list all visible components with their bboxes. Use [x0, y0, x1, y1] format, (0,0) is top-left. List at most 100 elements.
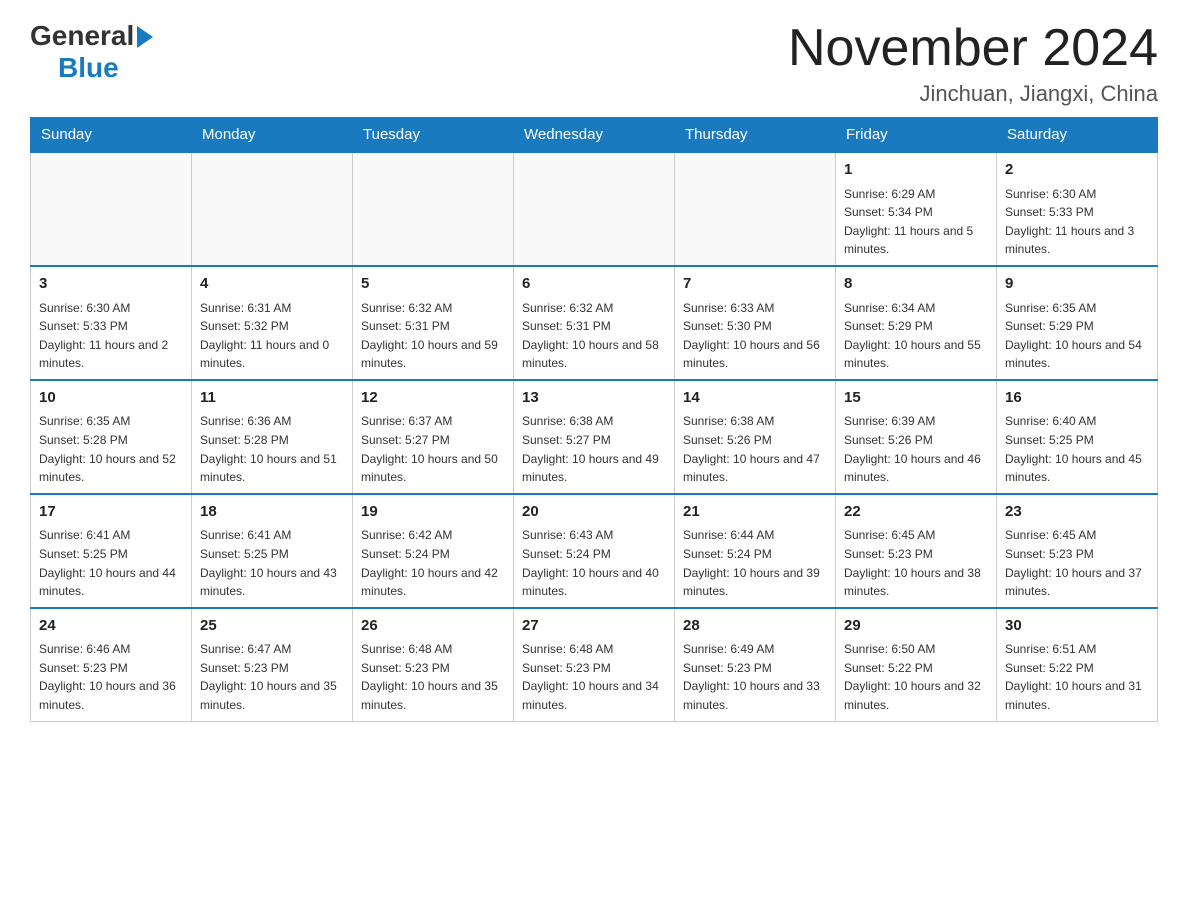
day-number: 15: [844, 387, 988, 410]
day-number: 29: [844, 615, 988, 638]
calendar-cell: 11Sunrise: 6:36 AMSunset: 5:28 PMDayligh…: [192, 380, 353, 494]
calendar-cell: 21Sunrise: 6:44 AMSunset: 5:24 PMDayligh…: [675, 494, 836, 608]
day-info: Sunrise: 6:40 AMSunset: 5:25 PMDaylight:…: [1005, 412, 1149, 486]
day-info: Sunrise: 6:33 AMSunset: 5:30 PMDaylight:…: [683, 299, 827, 373]
day-number: 2: [1005, 159, 1149, 182]
calendar-cell: 28Sunrise: 6:49 AMSunset: 5:23 PMDayligh…: [675, 608, 836, 721]
day-number: 18: [200, 501, 344, 524]
day-info: Sunrise: 6:35 AMSunset: 5:29 PMDaylight:…: [1005, 299, 1149, 373]
day-info: Sunrise: 6:46 AMSunset: 5:23 PMDaylight:…: [39, 640, 183, 714]
day-number: 1: [844, 159, 988, 182]
weekday-header-sunday: Sunday: [31, 118, 192, 153]
calendar-cell: 1 Sunrise: 6:29 AMSunset: 5:34 PMDaylight…: [836, 152, 997, 266]
calendar-cell: [514, 152, 675, 266]
calendar-cell: [31, 152, 192, 266]
day-info: Sunrise: 6:32 AMSunset: 5:31 PMDaylight:…: [522, 299, 666, 373]
day-number: 26: [361, 615, 505, 638]
title-section: November 2024 Jinchuan, Jiangxi, China: [788, 20, 1158, 107]
calendar-cell: 26Sunrise: 6:48 AMSunset: 5:23 PMDayligh…: [353, 608, 514, 721]
day-number: 12: [361, 387, 505, 410]
calendar-cell: 2 Sunrise: 6:30 AMSunset: 5:33 PMDaylight…: [997, 152, 1158, 266]
day-info: Sunrise: 6:42 AMSunset: 5:24 PMDaylight:…: [361, 526, 505, 600]
day-number: 30: [1005, 615, 1149, 638]
weekday-header-wednesday: Wednesday: [514, 118, 675, 153]
day-number: 5: [361, 273, 505, 296]
weekday-header-row: SundayMondayTuesdayWednesdayThursdayFrid…: [31, 118, 1158, 153]
day-number: 21: [683, 501, 827, 524]
weekday-header-monday: Monday: [192, 118, 353, 153]
day-number: 28: [683, 615, 827, 638]
calendar-cell: 27Sunrise: 6:48 AMSunset: 5:23 PMDayligh…: [514, 608, 675, 721]
day-info: Sunrise: 6:47 AMSunset: 5:23 PMDaylight:…: [200, 640, 344, 714]
calendar-cell: 20Sunrise: 6:43 AMSunset: 5:24 PMDayligh…: [514, 494, 675, 608]
day-info: Sunrise: 6:39 AMSunset: 5:26 PMDaylight:…: [844, 412, 988, 486]
day-info: Sunrise: 6:50 AMSunset: 5:22 PMDaylight:…: [844, 640, 988, 714]
calendar-cell: 23Sunrise: 6:45 AMSunset: 5:23 PMDayligh…: [997, 494, 1158, 608]
week-row-1: 3Sunrise: 6:30 AMSunset: 5:33 PMDaylight…: [31, 266, 1158, 380]
day-number: 14: [683, 387, 827, 410]
logo-chevron-icon: [137, 26, 153, 48]
calendar-cell: [675, 152, 836, 266]
day-info: Sunrise: 6:41 AMSunset: 5:25 PMDaylight:…: [200, 526, 344, 600]
calendar-cell: 30Sunrise: 6:51 AMSunset: 5:22 PMDayligh…: [997, 608, 1158, 721]
day-info: Sunrise: 6:31 AMSunset: 5:32 PMDaylight:…: [200, 299, 344, 373]
day-number: 7: [683, 273, 827, 296]
day-info: Sunrise: 6:43 AMSunset: 5:24 PMDaylight:…: [522, 526, 666, 600]
weekday-header-thursday: Thursday: [675, 118, 836, 153]
day-number: 9: [1005, 273, 1149, 296]
day-number: 16: [1005, 387, 1149, 410]
calendar-cell: 17Sunrise: 6:41 AMSunset: 5:25 PMDayligh…: [31, 494, 192, 608]
week-row-2: 10Sunrise: 6:35 AMSunset: 5:28 PMDayligh…: [31, 380, 1158, 494]
calendar-table: SundayMondayTuesdayWednesdayThursdayFrid…: [30, 117, 1158, 721]
day-number: 23: [1005, 501, 1149, 524]
day-info: Sunrise: 6:35 AMSunset: 5:28 PMDaylight:…: [39, 412, 183, 486]
logo-general-text: General: [30, 20, 134, 52]
day-info: Sunrise: 6:45 AMSunset: 5:23 PMDaylight:…: [1005, 526, 1149, 600]
day-info: Sunrise: 6:36 AMSunset: 5:28 PMDaylight:…: [200, 412, 344, 486]
day-info: Sunrise: 6:30 AMSunset: 5:33 PMDaylight:…: [1005, 185, 1149, 259]
day-number: 11: [200, 387, 344, 410]
logo: General Blue: [30, 20, 153, 84]
logo-line1: General: [30, 20, 153, 52]
location-label: Jinchuan, Jiangxi, China: [788, 81, 1158, 107]
day-info: Sunrise: 6:29 AMSunset: 5:34 PMDaylight:…: [844, 185, 988, 259]
calendar-cell: 7 Sunrise: 6:33 AMSunset: 5:30 PMDaylight…: [675, 266, 836, 380]
month-title: November 2024: [788, 20, 1158, 77]
day-info: Sunrise: 6:37 AMSunset: 5:27 PMDaylight:…: [361, 412, 505, 486]
calendar-cell: [192, 152, 353, 266]
day-info: Sunrise: 6:38 AMSunset: 5:27 PMDaylight:…: [522, 412, 666, 486]
day-number: 25: [200, 615, 344, 638]
calendar-cell: 3Sunrise: 6:30 AMSunset: 5:33 PMDaylight…: [31, 266, 192, 380]
day-info: Sunrise: 6:41 AMSunset: 5:25 PMDaylight:…: [39, 526, 183, 600]
calendar-cell: 14Sunrise: 6:38 AMSunset: 5:26 PMDayligh…: [675, 380, 836, 494]
logo-blue-label: Blue: [58, 52, 119, 83]
day-number: 27: [522, 615, 666, 638]
day-info: Sunrise: 6:32 AMSunset: 5:31 PMDaylight:…: [361, 299, 505, 373]
calendar-cell: 5 Sunrise: 6:32 AMSunset: 5:31 PMDaylight…: [353, 266, 514, 380]
calendar-cell: 19Sunrise: 6:42 AMSunset: 5:24 PMDayligh…: [353, 494, 514, 608]
day-number: 19: [361, 501, 505, 524]
calendar-cell: 6 Sunrise: 6:32 AMSunset: 5:31 PMDaylight…: [514, 266, 675, 380]
day-info: Sunrise: 6:38 AMSunset: 5:26 PMDaylight:…: [683, 412, 827, 486]
calendar-cell: 24Sunrise: 6:46 AMSunset: 5:23 PMDayligh…: [31, 608, 192, 721]
calendar-cell: 22Sunrise: 6:45 AMSunset: 5:23 PMDayligh…: [836, 494, 997, 608]
day-number: 17: [39, 501, 183, 524]
day-number: 10: [39, 387, 183, 410]
calendar-cell: 8Sunrise: 6:34 AMSunset: 5:29 PMDaylight…: [836, 266, 997, 380]
day-info: Sunrise: 6:48 AMSunset: 5:23 PMDaylight:…: [361, 640, 505, 714]
page-header: General Blue November 2024 Jinchuan, Jia…: [30, 20, 1158, 107]
day-number: 3: [39, 273, 183, 296]
day-info: Sunrise: 6:49 AMSunset: 5:23 PMDaylight:…: [683, 640, 827, 714]
weekday-header-friday: Friday: [836, 118, 997, 153]
week-row-3: 17Sunrise: 6:41 AMSunset: 5:25 PMDayligh…: [31, 494, 1158, 608]
calendar-cell: 25Sunrise: 6:47 AMSunset: 5:23 PMDayligh…: [192, 608, 353, 721]
weekday-header-tuesday: Tuesday: [353, 118, 514, 153]
day-number: 4: [200, 273, 344, 296]
calendar-cell: 15Sunrise: 6:39 AMSunset: 5:26 PMDayligh…: [836, 380, 997, 494]
day-info: Sunrise: 6:45 AMSunset: 5:23 PMDaylight:…: [844, 526, 988, 600]
day-number: 6: [522, 273, 666, 296]
calendar-cell: 10Sunrise: 6:35 AMSunset: 5:28 PMDayligh…: [31, 380, 192, 494]
day-number: 20: [522, 501, 666, 524]
day-info: Sunrise: 6:51 AMSunset: 5:22 PMDaylight:…: [1005, 640, 1149, 714]
week-row-4: 24Sunrise: 6:46 AMSunset: 5:23 PMDayligh…: [31, 608, 1158, 721]
